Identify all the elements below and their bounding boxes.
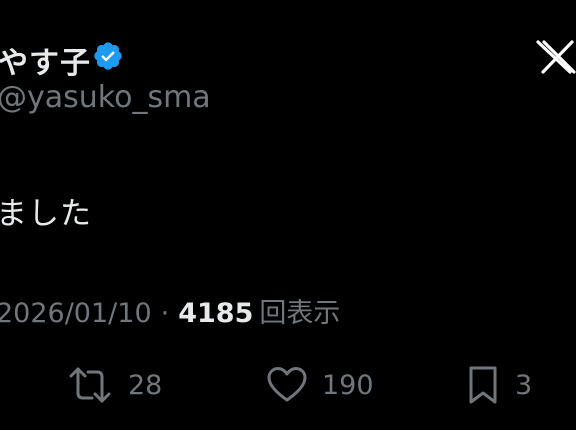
tweet-detail-view: やす子 @yasuko_sma ました 2026/01/10 · 4185 回表…	[0, 0, 576, 430]
tweet-text: ました	[0, 196, 92, 232]
bookmark-icon	[469, 366, 497, 404]
meta-separator: ·	[160, 298, 170, 329]
tweet-date[interactable]: 2026/01/10	[0, 298, 152, 329]
retweet-icon	[69, 367, 111, 403]
bookmark-count: 3	[515, 369, 533, 401]
author-handle[interactable]: @yasuko_sma	[0, 80, 211, 115]
views-label: 回表示	[259, 298, 341, 329]
bookmark-button[interactable]: 3	[465, 362, 532, 408]
x-logo-icon	[536, 40, 576, 74]
author-display-name[interactable]: やす子	[0, 38, 91, 82]
verified-badge-icon	[94, 42, 122, 70]
retweet-count: 28	[128, 369, 163, 401]
tweet-meta: 2026/01/10 · 4185 回表示	[0, 291, 340, 330]
like-count: 190	[322, 369, 374, 401]
heart-icon	[267, 367, 307, 402]
retweet-button[interactable]: 28	[66, 362, 162, 408]
like-button[interactable]: 190	[266, 362, 374, 408]
views-count: 4185	[178, 298, 254, 329]
